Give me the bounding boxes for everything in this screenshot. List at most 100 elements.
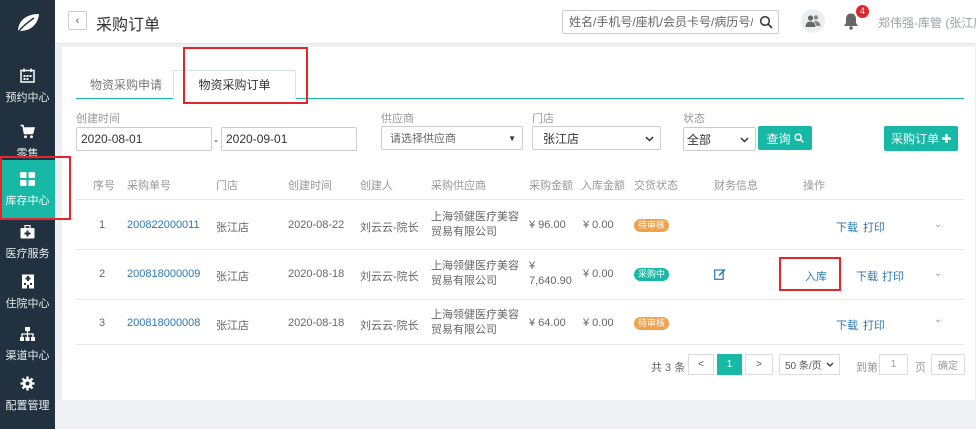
row-store: 张江店 xyxy=(216,271,249,283)
sidebar-item-medical[interactable]: 医疗服务 xyxy=(0,214,55,270)
back-button[interactable]: ‹ xyxy=(68,11,87,30)
goto-label: 到第 xyxy=(856,362,878,374)
order-number-link[interactable]: 200822000011 xyxy=(127,219,200,231)
notification-badge: 4 xyxy=(856,5,869,18)
download-link[interactable]: 下载 xyxy=(856,268,878,284)
store-select[interactable]: 张江店 xyxy=(532,126,661,150)
sidebar-item-inventory[interactable]: 库存中心 xyxy=(0,160,55,218)
date-from-field[interactable]: 2020-08-01 xyxy=(76,127,212,151)
chevron-down-icon[interactable]: ⌄ xyxy=(934,219,942,230)
search-icon xyxy=(793,133,804,143)
row-supplier: 上海领健医疗美容贸易有限公司 xyxy=(431,309,519,336)
chevron-down-icon xyxy=(826,359,834,370)
row-store: 张江店 xyxy=(216,320,249,332)
row-supplier: 上海领健医疗美容贸易有限公司 xyxy=(431,260,519,287)
sidebar-item-inpatient[interactable]: 住院中心 xyxy=(0,264,55,320)
plus-icon xyxy=(942,134,951,143)
download-link[interactable]: 下载 xyxy=(836,317,858,333)
medical-kit-icon xyxy=(20,224,36,240)
goto-confirm-button[interactable]: 确定 xyxy=(931,354,965,375)
column-header-amount: 采购金额 xyxy=(529,180,573,192)
date-to-field[interactable]: 2020-09-01 xyxy=(221,127,357,151)
edit-icon[interactable] xyxy=(714,268,726,280)
stock-in-link[interactable]: 入库 xyxy=(805,268,827,284)
sidebar-item-settings[interactable]: 配置管理 xyxy=(0,366,55,422)
supplier-select[interactable]: 请选择供应商 ▼ xyxy=(381,126,523,150)
page-unit-label: 页 xyxy=(915,362,926,374)
logo[interactable] xyxy=(0,0,55,46)
chevron-down-icon[interactable]: ⌄ xyxy=(934,314,942,325)
grid-icon xyxy=(20,171,36,187)
sidebar-item-label: 零售 xyxy=(16,147,39,160)
column-header-actions: 操作 xyxy=(803,180,825,192)
row-store: 张江店 xyxy=(216,222,249,234)
chevron-down-icon[interactable]: ⌄ xyxy=(934,268,942,279)
row-stock-amount: ¥ 0.00 xyxy=(583,317,614,329)
row-stock-amount: ¥ 0.00 xyxy=(583,268,614,280)
chevron-down-icon xyxy=(740,132,749,146)
leaf-logo-icon xyxy=(16,14,39,33)
calendar-icon xyxy=(20,68,36,84)
sidebar-item-label: 住院中心 xyxy=(5,297,50,310)
search-icon[interactable] xyxy=(759,15,773,29)
date-separator: - xyxy=(214,133,218,147)
row-index: 2 xyxy=(99,268,106,280)
goto-page-input[interactable]: 1 xyxy=(879,354,908,375)
create-order-label: 采购订单 xyxy=(890,132,939,146)
print-link[interactable]: 打印 xyxy=(863,317,885,333)
user-menu[interactable]: 郑伟强-库管 (张江店) xyxy=(878,14,976,31)
supplier-select-value: 请选择供应商 xyxy=(390,133,456,145)
status-select[interactable]: 全部 xyxy=(683,127,756,151)
caret-down-icon: ▼ xyxy=(508,133,516,143)
table-divider xyxy=(76,199,964,200)
tab-purchase-request[interactable]: 物资采购申请 xyxy=(82,70,170,99)
status-select-value: 全部 xyxy=(687,132,712,147)
status-badge: 采购中 xyxy=(634,268,670,281)
page-title: 采购订单 xyxy=(96,17,161,34)
search-input[interactable] xyxy=(563,11,753,33)
created-time-label: 创建时间 xyxy=(76,113,120,125)
page-1-button[interactable]: 1 xyxy=(717,354,742,375)
print-link[interactable]: 打印 xyxy=(882,268,904,284)
row-creator: 刘云云-院长 xyxy=(360,222,419,234)
sidebar-item-channel[interactable]: 渠道中心 xyxy=(0,316,55,372)
column-header-delivery-status: 交货状态 xyxy=(634,180,678,192)
user-group-icon[interactable] xyxy=(801,9,825,33)
top-bar: ‹ 采购订单 4 郑伟强-库管 (张江店) xyxy=(55,0,976,44)
download-link[interactable]: 下载 xyxy=(836,219,858,235)
column-header-creator: 创建人 xyxy=(360,180,393,192)
column-header-created: 创建时间 xyxy=(288,180,332,192)
status-badge: 待审核 xyxy=(634,317,670,330)
print-link[interactable]: 打印 xyxy=(863,219,885,235)
row-index: 3 xyxy=(99,317,106,329)
order-number-link[interactable]: 200818000009 xyxy=(127,268,200,280)
sidebar-item-label: 渠道中心 xyxy=(5,349,50,362)
total-count: 共 3 条 xyxy=(651,362,686,374)
query-button-label: 查询 xyxy=(766,131,791,146)
next-page-button[interactable]: > xyxy=(745,354,773,375)
supplier-label: 供应商 xyxy=(381,113,414,125)
create-order-button[interactable]: 采购订单 xyxy=(884,126,958,151)
query-button[interactable]: 查询 xyxy=(758,126,812,150)
tab-purchase-order[interactable]: 物资采购订单 xyxy=(173,70,296,99)
row-created: 2020-08-18 xyxy=(288,268,345,280)
table-divider xyxy=(76,344,964,345)
prev-page-button[interactable]: < xyxy=(688,354,714,375)
row-supplier: 上海领健医疗美容贸易有限公司 xyxy=(431,211,519,238)
cart-icon xyxy=(20,124,36,140)
sidebar-item-appointment[interactable]: 预约中心 xyxy=(0,58,55,114)
row-amount: ¥ 7,640.90 xyxy=(529,260,572,287)
row-creator: 刘云云-院长 xyxy=(360,320,419,332)
table-divider xyxy=(76,249,964,250)
page-size-select[interactable]: 50 条/页 xyxy=(779,354,840,375)
store-select-value: 张江店 xyxy=(543,131,580,146)
row-created: 2020-08-22 xyxy=(288,219,345,231)
hierarchy-icon xyxy=(20,326,36,342)
status-label: 状态 xyxy=(683,113,705,125)
order-number-link[interactable]: 200818000008 xyxy=(127,317,200,329)
status-badge: 待审核 xyxy=(634,219,670,232)
page-size-value: 50 条/页 xyxy=(785,361,822,372)
sidebar-item-label: 库存中心 xyxy=(5,194,50,207)
row-amount: ¥ 96.00 xyxy=(529,219,566,231)
row-index: 1 xyxy=(99,219,106,231)
